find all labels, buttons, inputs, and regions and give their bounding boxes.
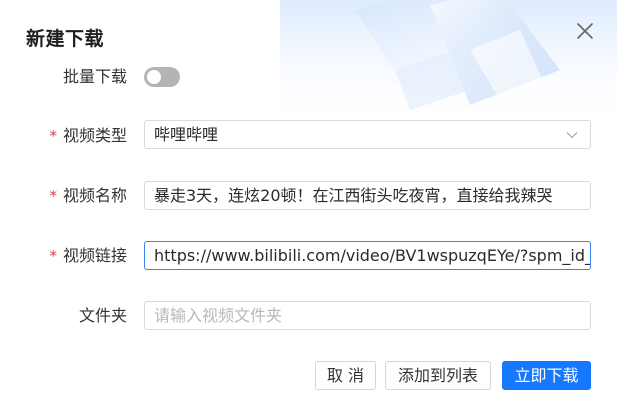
toggle-knob: [147, 70, 161, 84]
video-name-value: 暴走3天，连炫20顿！在江西街头吃夜宵，直接给我辣哭: [154, 186, 553, 205]
video-type-value: 哔哩哔哩: [154, 125, 219, 144]
chevron-down-icon: [566, 132, 578, 139]
batch-download-toggle[interactable]: [144, 67, 180, 87]
required-mark: *: [49, 127, 57, 145]
required-mark: *: [49, 247, 57, 265]
add-to-list-button[interactable]: 添加到列表: [385, 361, 491, 390]
video-link-value: https://www.bilibili.com/video/BV1wspuzq…: [154, 246, 591, 265]
folder-label: 文件夹: [78, 306, 127, 325]
video-link-input[interactable]: https://www.bilibili.com/video/BV1wspuzq…: [144, 241, 591, 270]
video-type-select[interactable]: 哔哩哔哩: [144, 120, 591, 149]
new-download-dialog: 新建下载 批量下载 * 视频类型 哔哩哔哩 * 视频名称 暴走3天，连炫20顿！在江…: [0, 0, 617, 412]
dialog-title: 新建下载: [26, 28, 105, 50]
decorative-download-illustration: [280, 0, 617, 120]
video-link-label: * 视频链接: [49, 246, 127, 265]
folder-input[interactable]: 请输入视频文件夹: [144, 301, 591, 330]
video-type-label: * 视频类型: [49, 126, 127, 145]
close-icon: [577, 23, 593, 39]
video-name-label: * 视频名称: [49, 186, 127, 205]
batch-download-label: 批量下载: [62, 67, 127, 86]
folder-placeholder: 请输入视频文件夹: [154, 306, 283, 325]
cancel-button[interactable]: 取 消: [315, 361, 376, 390]
header-background: [0, 0, 617, 120]
download-now-button[interactable]: 立即下载: [502, 361, 591, 390]
close-button[interactable]: [572, 18, 598, 44]
video-name-input[interactable]: 暴走3天，连炫20顿！在江西街头吃夜宵，直接给我辣哭: [144, 181, 591, 210]
required-mark: *: [49, 187, 57, 205]
